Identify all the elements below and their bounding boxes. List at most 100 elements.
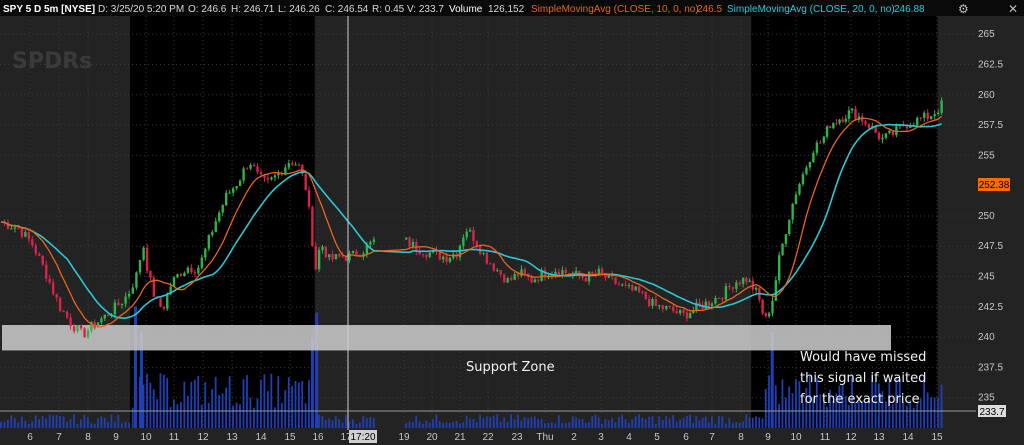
volume-bar	[631, 419, 634, 428]
symbol-label[interactable]: SPY 5 D 5m [NYSE]	[3, 4, 95, 15]
volume-bar	[159, 373, 162, 428]
volume-bar	[204, 382, 207, 428]
volume-bar	[418, 421, 421, 428]
range-label: R: 0.45	[372, 4, 405, 15]
volume-bar	[297, 382, 300, 428]
candle-body	[197, 267, 200, 274]
volume-bar	[355, 423, 358, 428]
candle-body	[905, 126, 909, 128]
candle-body	[554, 271, 557, 275]
candle-body	[651, 299, 654, 306]
candle-body	[321, 246, 324, 251]
candle-body	[27, 232, 31, 240]
candle-body	[304, 173, 307, 191]
header-bar: SPY 5 D 5m [NYSE] D: 3/25/20 5:20 PM O: …	[0, 0, 1024, 16]
volume-bar	[166, 378, 169, 428]
candle-body	[587, 271, 591, 282]
close-icon[interactable]: ✕	[1008, 2, 1018, 16]
candle-body	[428, 252, 431, 257]
volume-bar	[73, 414, 75, 428]
candle-body	[721, 298, 724, 300]
candle-body	[462, 237, 465, 246]
settings-icon[interactable]: ⚙	[958, 2, 969, 16]
y-tick-label: 242.5	[978, 302, 1003, 313]
volume-bar	[156, 399, 158, 428]
candle-body	[34, 245, 37, 254]
volume-bar	[162, 374, 165, 428]
candle-body	[252, 164, 256, 167]
volume-bar	[682, 417, 685, 428]
volume-bar	[658, 416, 661, 428]
candle-body	[791, 203, 794, 220]
x-tick-label: 10	[140, 432, 152, 443]
volume-bar	[513, 419, 516, 428]
candle-body	[266, 177, 270, 180]
candle-body	[916, 117, 919, 126]
x-tick-label: 4	[626, 432, 632, 443]
volume-bar	[919, 398, 922, 428]
volume-bar	[581, 418, 584, 428]
candle-body	[877, 132, 881, 140]
volume-bar	[795, 378, 797, 428]
volume-bar	[614, 422, 617, 428]
volume-bar	[38, 419, 41, 428]
volume-bar	[214, 376, 217, 428]
x-tick-label: 11	[169, 432, 180, 443]
volume-bar	[232, 405, 234, 428]
x-tick-label: 10	[790, 432, 802, 443]
volume-bar	[485, 416, 488, 428]
candle-body	[142, 247, 145, 260]
candle-body	[771, 300, 774, 314]
volume-bar	[435, 414, 438, 428]
stock-chart[interactable]: SPDRs 265262.5260257.5255250247.5245242.…	[0, 0, 1024, 445]
candle-body	[707, 301, 711, 306]
candle-body	[138, 259, 142, 273]
candle-body	[190, 267, 193, 273]
volume-bar	[117, 414, 120, 428]
x-tick-label: 19	[398, 432, 410, 443]
candle-body	[48, 278, 51, 283]
x-tick-label: Thu	[536, 432, 553, 443]
missed-signal-line-2: this signal if waited	[800, 371, 926, 386]
candle-body	[665, 305, 668, 309]
volume-bar	[20, 416, 23, 428]
volume-bar	[544, 423, 546, 428]
volume-bar	[533, 416, 536, 428]
volume-bar	[179, 402, 182, 428]
support-zone	[2, 325, 891, 351]
y-tick-label: 257.5	[978, 120, 1003, 131]
sma20-legend[interactable]: SimpleMovingAvg (CLOSE, 20, 0, no)	[727, 4, 895, 15]
volume-bar	[448, 422, 451, 428]
volume-bar	[465, 415, 468, 428]
volume-bar	[686, 416, 688, 428]
volume-bar	[0, 421, 2, 428]
volume-bar	[651, 416, 654, 428]
candle-body	[685, 312, 689, 319]
candle-body	[211, 231, 214, 236]
candle-body	[661, 305, 664, 309]
volume-spike	[134, 306, 137, 428]
volume-bar	[778, 404, 780, 428]
sma10-legend[interactable]: SimpleMovingAvg (CLOSE, 10, 0, no)	[531, 4, 699, 15]
candle-body	[923, 112, 926, 118]
candle-body	[149, 270, 152, 278]
candle-body	[717, 297, 721, 299]
volume-bar	[784, 397, 787, 428]
candle-body	[117, 302, 120, 305]
volume-bar	[358, 422, 361, 428]
candle-body	[627, 285, 631, 287]
volume-bar	[520, 420, 523, 428]
volume-bar	[284, 390, 287, 428]
volume-bar	[287, 377, 290, 428]
x-tick-label: 14	[902, 432, 914, 443]
volume-bar	[517, 414, 519, 428]
candle-body	[124, 296, 127, 304]
volume-bar	[523, 416, 526, 428]
candle-body	[838, 119, 841, 124]
volume-bar	[661, 419, 664, 428]
candle-body	[530, 276, 533, 283]
candle-body	[658, 305, 661, 307]
volume-bar	[654, 423, 657, 428]
volume-bar	[758, 417, 761, 428]
volume-bar	[324, 419, 327, 428]
